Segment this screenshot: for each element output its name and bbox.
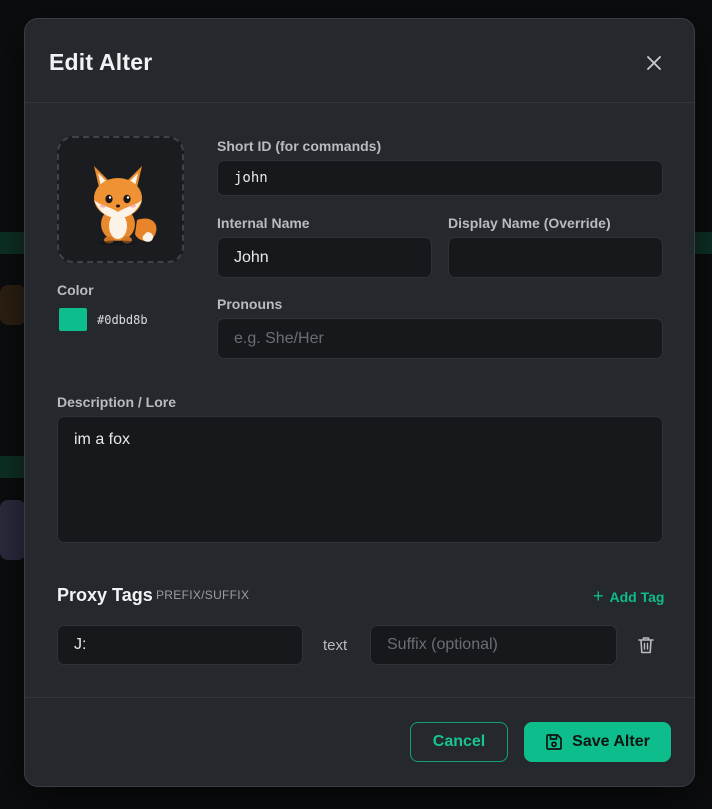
delete-proxy-tag-button[interactable] — [635, 634, 657, 656]
plus-icon: + — [593, 586, 604, 606]
internal-name-label: Internal Name — [217, 215, 310, 231]
proxy-tags-subtitle: PREFIX/SUFFIX — [156, 588, 250, 602]
proxy-text-separator: text — [323, 637, 348, 654]
backdrop-blob — [0, 285, 26, 325]
internal-name-input[interactable]: John — [217, 237, 432, 278]
description-textarea[interactable]: im a fox — [57, 416, 663, 543]
backdrop-strip — [0, 232, 26, 254]
footer-divider — [25, 697, 694, 698]
backdrop-strip — [692, 232, 712, 254]
pronouns-label: Pronouns — [217, 296, 283, 312]
save-alter-label: Save Alter — [572, 733, 650, 750]
description-label: Description / Lore — [57, 394, 177, 410]
save-alter-button[interactable]: Save Alter — [524, 722, 671, 762]
display-name-label: Display Name (Override) — [448, 215, 611, 231]
cancel-label: Cancel — [432, 733, 486, 750]
short-id-label: Short ID (for commands) — [217, 138, 382, 154]
color-label: Color — [57, 282, 94, 298]
modal-title: Edit Alter — [49, 49, 153, 75]
floppy-disk-icon — [545, 733, 563, 751]
short-id-input[interactable]: john — [217, 160, 663, 196]
short-id-value: john — [234, 170, 268, 186]
close-icon — [647, 56, 661, 70]
proxy-suffix-placeholder: Suffix (optional) — [387, 636, 498, 653]
color-swatch[interactable] — [59, 308, 87, 331]
proxy-tags-title: Proxy Tags — [57, 585, 153, 605]
pronouns-placeholder: e.g. She/Her — [234, 329, 324, 347]
proxy-suffix-input[interactable]: Suffix (optional) — [370, 625, 617, 665]
header-divider — [25, 102, 694, 103]
proxy-prefix-value: J: — [74, 636, 87, 653]
color-hex-value: #0dbd8b — [97, 313, 148, 327]
proxy-prefix-input[interactable]: J: — [57, 625, 303, 665]
display-name-input[interactable] — [448, 237, 663, 278]
add-tag-button[interactable]: + Add Tag — [593, 586, 664, 607]
description-value: im a fox — [74, 431, 131, 448]
avatar-upload[interactable] — [57, 136, 184, 263]
close-button[interactable] — [639, 48, 669, 78]
fox-avatar-icon — [93, 165, 156, 245]
trash-icon — [638, 637, 654, 654]
cancel-button[interactable]: Cancel — [410, 722, 508, 762]
internal-name-value: John — [234, 248, 269, 266]
add-tag-label: Add Tag — [609, 588, 665, 605]
pronouns-input[interactable]: e.g. She/Her — [217, 318, 663, 359]
backdrop-blob — [0, 500, 26, 560]
backdrop-strip — [0, 456, 26, 478]
edit-alter-modal: Edit Alter Color #0dbd8b Short ID (for c… — [24, 18, 695, 787]
